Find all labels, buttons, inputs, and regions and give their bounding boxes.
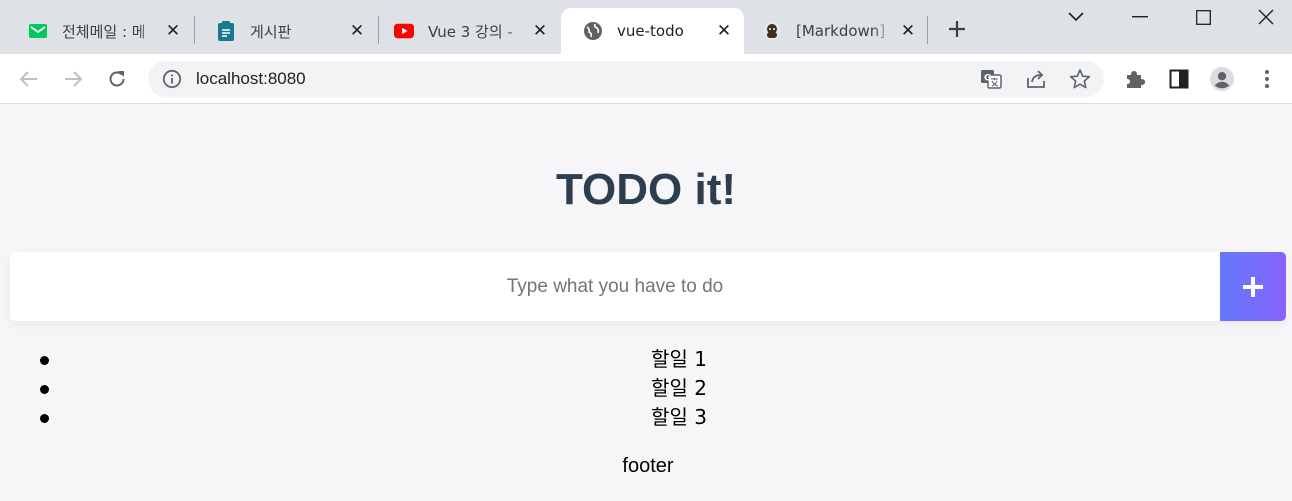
url-text[interactable]: localhost:8080 — [196, 69, 306, 89]
close-icon[interactable]: ✕ — [163, 21, 183, 41]
back-arrow-icon[interactable] — [16, 66, 42, 92]
plus-icon — [949, 21, 965, 37]
more-menu-icon[interactable] — [1254, 66, 1280, 92]
tab-youtube[interactable]: Vue 3 강의 - ✕ — [372, 8, 560, 54]
todo-input[interactable] — [10, 252, 1220, 321]
reload-icon[interactable] — [104, 66, 130, 92]
todo-item: 할일 2 — [40, 374, 1292, 403]
forward-arrow-icon[interactable] — [60, 66, 86, 92]
bullet-icon — [40, 414, 49, 423]
tab-strip: 전체메일 : 메 ✕ 게시판 ✕ Vue 3 강의 - ✕ vue-todo ✕… — [0, 0, 1292, 54]
bullet-icon — [40, 385, 49, 394]
minimize-button[interactable] — [1125, 2, 1155, 32]
page-content: TODO it! 할일 1 할일 2 할일 3 footer — [0, 105, 1292, 501]
close-icon[interactable]: ✕ — [530, 21, 550, 41]
close-icon[interactable]: ✕ — [898, 21, 918, 41]
tab-separator — [927, 16, 928, 44]
profile-avatar-icon[interactable] — [1209, 66, 1235, 92]
tab-search-chevron-icon[interactable] — [1061, 2, 1091, 32]
close-icon[interactable]: ✕ — [714, 21, 734, 41]
mail-icon — [28, 21, 48, 41]
extensions-puzzle-icon[interactable] — [1122, 66, 1148, 92]
page-footer: footer — [622, 455, 674, 477]
close-window-button[interactable] — [1251, 2, 1281, 32]
clipboard-icon — [216, 21, 236, 41]
side-panel-icon[interactable] — [1166, 66, 1192, 92]
tab-board[interactable]: 게시판 ✕ — [194, 8, 377, 54]
tab-markdown[interactable]: [Markdown] ✕ — [740, 8, 928, 54]
add-todo-button[interactable] — [1220, 252, 1286, 321]
avatar-icon — [762, 21, 782, 41]
translate-icon[interactable]: G — [980, 68, 1002, 90]
todo-item: 할일 1 — [40, 345, 1292, 374]
todo-list: 할일 1 할일 2 할일 3 — [40, 345, 1292, 432]
page-title: TODO it! — [555, 165, 737, 214]
todo-item-text: 할일 3 — [651, 405, 707, 429]
tab-title: 게시판 — [250, 22, 292, 41]
tab-title: 전체메일 : 메 — [62, 22, 146, 41]
globe-icon — [583, 21, 603, 41]
bullet-icon — [40, 356, 49, 365]
todo-item: 할일 3 — [40, 403, 1292, 432]
todo-item-text: 할일 2 — [651, 376, 707, 400]
todo-input-container — [10, 252, 1286, 321]
tab-mail[interactable]: 전체메일 : 메 ✕ — [6, 8, 193, 54]
new-tab-button[interactable] — [945, 18, 969, 42]
address-bar[interactable]: localhost:8080 G — [148, 61, 1104, 97]
bookmark-star-icon[interactable] — [1069, 68, 1091, 90]
info-icon[interactable] — [162, 69, 182, 89]
maximize-button[interactable] — [1188, 2, 1218, 32]
share-icon[interactable] — [1025, 68, 1047, 90]
svg-text:G: G — [984, 74, 991, 84]
todo-item-text: 할일 1 — [651, 347, 707, 371]
tab-title: Vue 3 강의 - — [428, 22, 513, 41]
tab-vue-todo[interactable]: vue-todo ✕ — [561, 8, 744, 54]
browser-toolbar: localhost:8080 G — [0, 54, 1292, 104]
tab-title: [Markdown] — [796, 22, 886, 40]
youtube-icon — [394, 21, 414, 41]
plus-icon — [1243, 276, 1263, 297]
tab-title: vue-todo — [617, 22, 684, 40]
close-icon[interactable]: ✕ — [347, 21, 367, 41]
